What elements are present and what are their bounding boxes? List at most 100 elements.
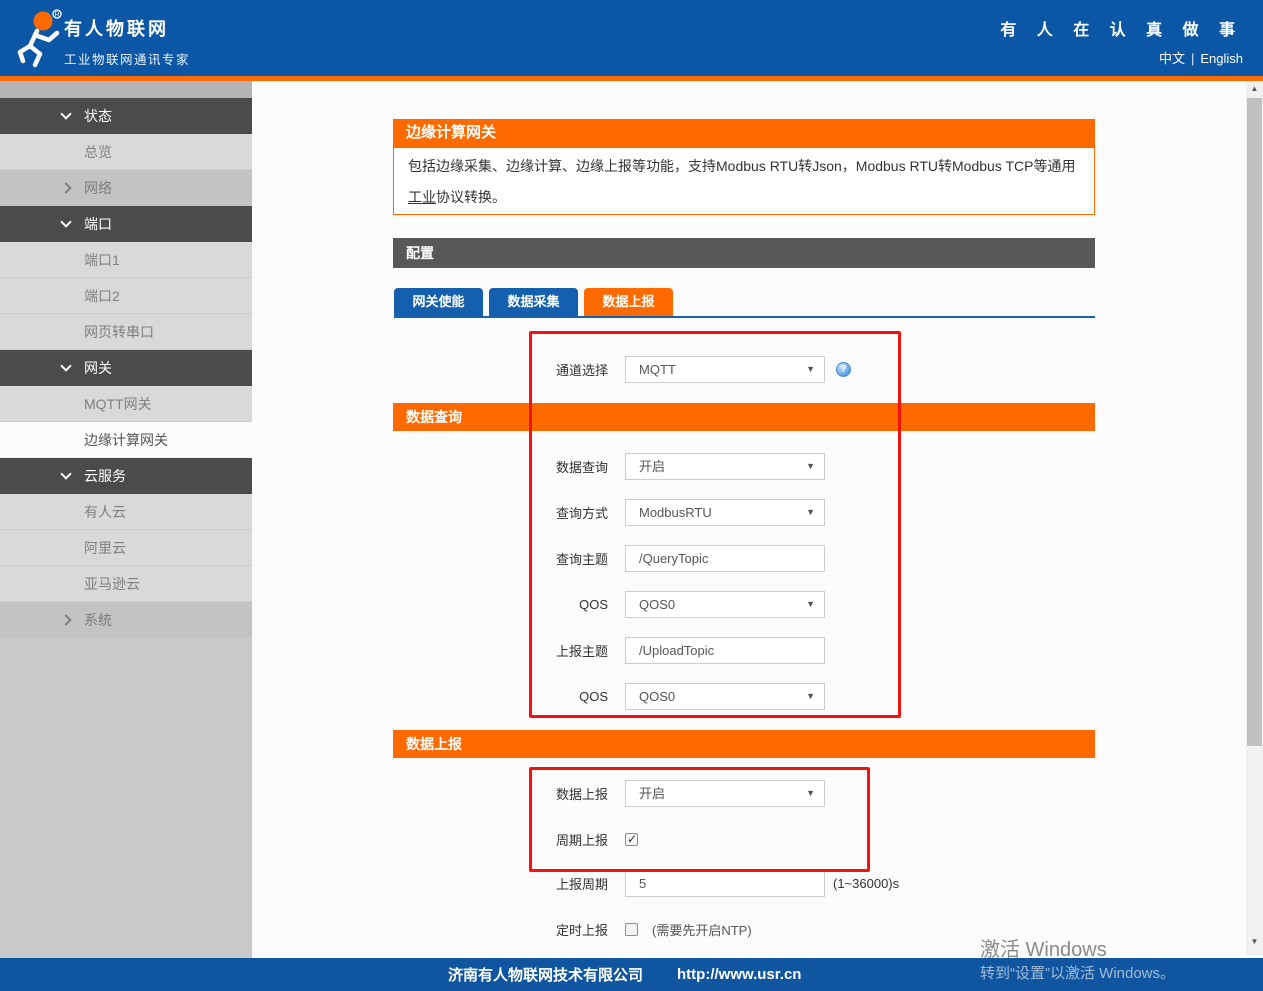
query-enable-value: 开启 xyxy=(639,459,665,474)
upload-qos-select[interactable]: QOS0 ▼ xyxy=(625,683,825,710)
periodic-upload-label: 周期上报 xyxy=(515,830,608,849)
page: R 有人物联网 工业物联网通讯专家 有 人 在 认 真 做 事 中文|Engli… xyxy=(0,0,1263,991)
upload-enable-select[interactable]: 开启▼ xyxy=(625,780,825,807)
sidebar-item-mqtt-gateway[interactable]: MQTT网关 xyxy=(0,386,252,422)
windows-activation-watermark-line1: 激活 Windows xyxy=(980,933,1107,962)
industrial-underlined-text: 工业 xyxy=(408,189,436,205)
sidebar-group-label: 网络 xyxy=(84,178,112,198)
svg-text:R: R xyxy=(54,12,59,19)
channel-select-row: 通道选择 MQTT ▼ ? xyxy=(515,356,851,383)
dropdown-arrow-icon: ▼ xyxy=(806,684,815,709)
dropdown-arrow-icon: ▼ xyxy=(806,592,815,617)
sidebar-group-label: 云服务 xyxy=(84,466,126,486)
dropdown-arrow-icon: ▼ xyxy=(806,781,815,806)
sidebar-group-status[interactable]: 状态 xyxy=(0,98,252,134)
upload-period-input[interactable] xyxy=(625,870,825,897)
upload-section-title: 数据上报 xyxy=(393,730,1095,758)
sidebar-group-network[interactable]: 网络 xyxy=(0,170,252,206)
query-section-title: 数据查询 xyxy=(393,403,1095,431)
scrollbar: ▲ ▼ xyxy=(1246,81,1263,955)
page-title: 边缘计算网关 xyxy=(393,119,1095,147)
sidebar-top-strip xyxy=(0,81,252,98)
sidebar-item-label: 边缘计算网关 xyxy=(84,430,168,450)
chevron-down-icon xyxy=(60,216,71,227)
sidebar-group-label: 网关 xyxy=(84,358,112,378)
usr-logo-icon: R xyxy=(12,8,64,73)
upload-topic-input[interactable] xyxy=(625,637,825,664)
chevron-down-icon xyxy=(60,360,71,371)
channel-select[interactable]: MQTT ▼ xyxy=(625,356,825,383)
tab-data-collection[interactable]: 数据采集 xyxy=(489,288,578,316)
query-qos-label: QOS xyxy=(515,597,608,612)
query-enable-select[interactable]: 开启 ▼ xyxy=(625,453,825,480)
lang-english-link[interactable]: English xyxy=(1200,51,1243,66)
tab-gateway-enable[interactable]: 网关使能 xyxy=(394,288,483,316)
sidebar-item-web-to-serial[interactable]: 网页转串口 xyxy=(0,314,252,350)
chevron-down-icon xyxy=(60,468,71,479)
windows-activation-watermark-line2: 转到“设置”以激活 Windows。 xyxy=(980,962,1175,983)
timed-upload-ntp-hint: (需要先开启NTP) xyxy=(652,920,752,939)
chevron-down-icon xyxy=(60,108,71,119)
upload-qos-label: QOS xyxy=(515,689,608,704)
header-slogan: 有 人 在 认 真 做 事 xyxy=(1000,16,1243,40)
sidebar-group-label: 端口 xyxy=(84,214,112,234)
query-method-value: ModbusRTU xyxy=(639,505,712,520)
upload-period-row: 上报周期 (1~36000)s xyxy=(515,870,899,897)
sidebar-item-aws-cloud[interactable]: 亚马逊云 xyxy=(0,566,252,602)
dropdown-arrow-icon: ▼ xyxy=(806,454,815,479)
scrollbar-up-arrow[interactable]: ▲ xyxy=(1246,81,1263,97)
sidebar-item-port2[interactable]: 端口2 xyxy=(0,278,252,314)
query-enable-row: 数据查询 开启▼ xyxy=(515,453,825,480)
sidebar-item-edge-gateway[interactable]: 边缘计算网关 xyxy=(0,422,252,458)
tab-bar: 网关使能 数据采集 数据上报 xyxy=(394,288,679,316)
query-topic-input[interactable] xyxy=(625,545,825,572)
sidebar-item-label: 端口2 xyxy=(84,286,120,306)
sidebar-nav: 状态 总览 网络 端口 端口1 端口2 网页转串口 网关 MQTT网关 边缘计算… xyxy=(0,81,252,958)
query-method-select[interactable]: ModbusRTU▼ xyxy=(625,499,825,526)
tab-underline xyxy=(394,316,1095,318)
dropdown-arrow-icon: ▼ xyxy=(806,357,815,382)
config-section-title: 配置 xyxy=(393,238,1095,268)
sidebar-item-label: MQTT网关 xyxy=(84,394,152,414)
sidebar-item-port1[interactable]: 端口1 xyxy=(0,242,252,278)
sidebar-group-label: 状态 xyxy=(84,106,112,126)
tab-data-upload[interactable]: 数据上报 xyxy=(584,288,673,316)
upload-topic-label: 上报主题 xyxy=(515,641,608,660)
sidebar-item-overview[interactable]: 总览 xyxy=(0,134,252,170)
channel-label: 通道选择 xyxy=(515,360,608,379)
sidebar-item-label: 端口1 xyxy=(84,250,120,270)
page-description: 包括边缘采集、边缘计算、边缘上报等功能，支持Modbus RTU转Json，Mo… xyxy=(393,147,1095,215)
sidebar-item-label: 总览 xyxy=(84,142,112,162)
chevron-right-icon xyxy=(60,614,71,625)
sidebar-item-usr-cloud[interactable]: 有人云 xyxy=(0,494,252,530)
upload-qos-value: QOS0 xyxy=(639,689,675,704)
channel-select-value: MQTT xyxy=(639,362,676,377)
lang-chinese-link[interactable]: 中文 xyxy=(1159,51,1185,66)
sidebar-item-label: 网页转串口 xyxy=(84,322,154,342)
upload-topic-row: 上报主题 xyxy=(515,637,825,664)
sidebar-item-ali-cloud[interactable]: 阿里云 xyxy=(0,530,252,566)
query-qos-row: QOS QOS0▼ xyxy=(515,591,825,618)
help-icon[interactable]: ? xyxy=(836,362,851,377)
query-method-label: 查询方式 xyxy=(515,503,608,522)
top-header: R 有人物联网 工业物联网通讯专家 有 人 在 认 真 做 事 中文|Engli… xyxy=(0,0,1263,76)
upload-period-range-hint: (1~36000)s xyxy=(833,876,899,891)
query-qos-select[interactable]: QOS0▼ xyxy=(625,591,825,618)
description-text: 协议转换。 xyxy=(436,189,506,205)
query-topic-label: 查询主题 xyxy=(515,549,608,568)
sidebar-group-gateway[interactable]: 网关 xyxy=(0,350,252,386)
scrollbar-down-arrow[interactable]: ▼ xyxy=(1246,934,1263,950)
timed-upload-label: 定时上报 xyxy=(515,920,608,939)
timed-upload-checkbox[interactable] xyxy=(625,923,638,936)
sidebar-item-label: 有人云 xyxy=(84,502,126,522)
upload-enable-label: 数据上报 xyxy=(515,784,608,803)
sidebar-item-label: 亚马逊云 xyxy=(84,574,140,594)
sidebar-item-label: 阿里云 xyxy=(84,538,126,558)
sidebar-group-port[interactable]: 端口 xyxy=(0,206,252,242)
scrollbar-thumb[interactable] xyxy=(1247,98,1262,746)
sidebar-group-system[interactable]: 系统 xyxy=(0,602,252,638)
periodic-upload-checkbox[interactable] xyxy=(625,833,638,846)
query-method-row: 查询方式 ModbusRTU▼ xyxy=(515,499,825,526)
sidebar-group-cloud[interactable]: 云服务 xyxy=(0,458,252,494)
footer-url-link[interactable]: http://www.usr.cn xyxy=(677,966,801,983)
